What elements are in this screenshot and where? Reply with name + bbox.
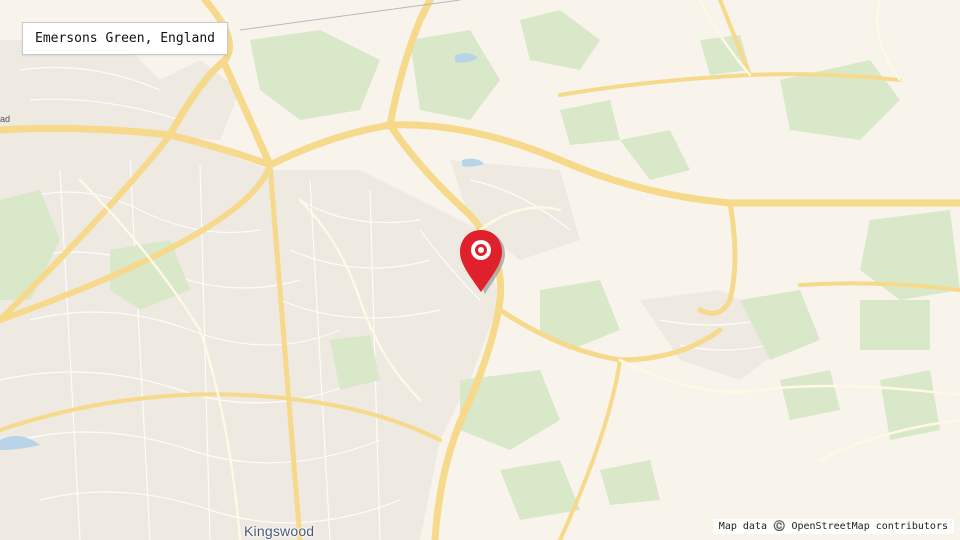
location-label: Emersons Green, England: [22, 22, 229, 55]
rail-line: [239, 0, 461, 31]
road-label: ad: [0, 114, 11, 124]
map-pin-icon[interactable]: [457, 226, 507, 296]
map-attribution: Map data ©️ OpenStreetMap contributors: [712, 519, 954, 534]
place-label-kingswood: Kingswood: [244, 523, 315, 539]
